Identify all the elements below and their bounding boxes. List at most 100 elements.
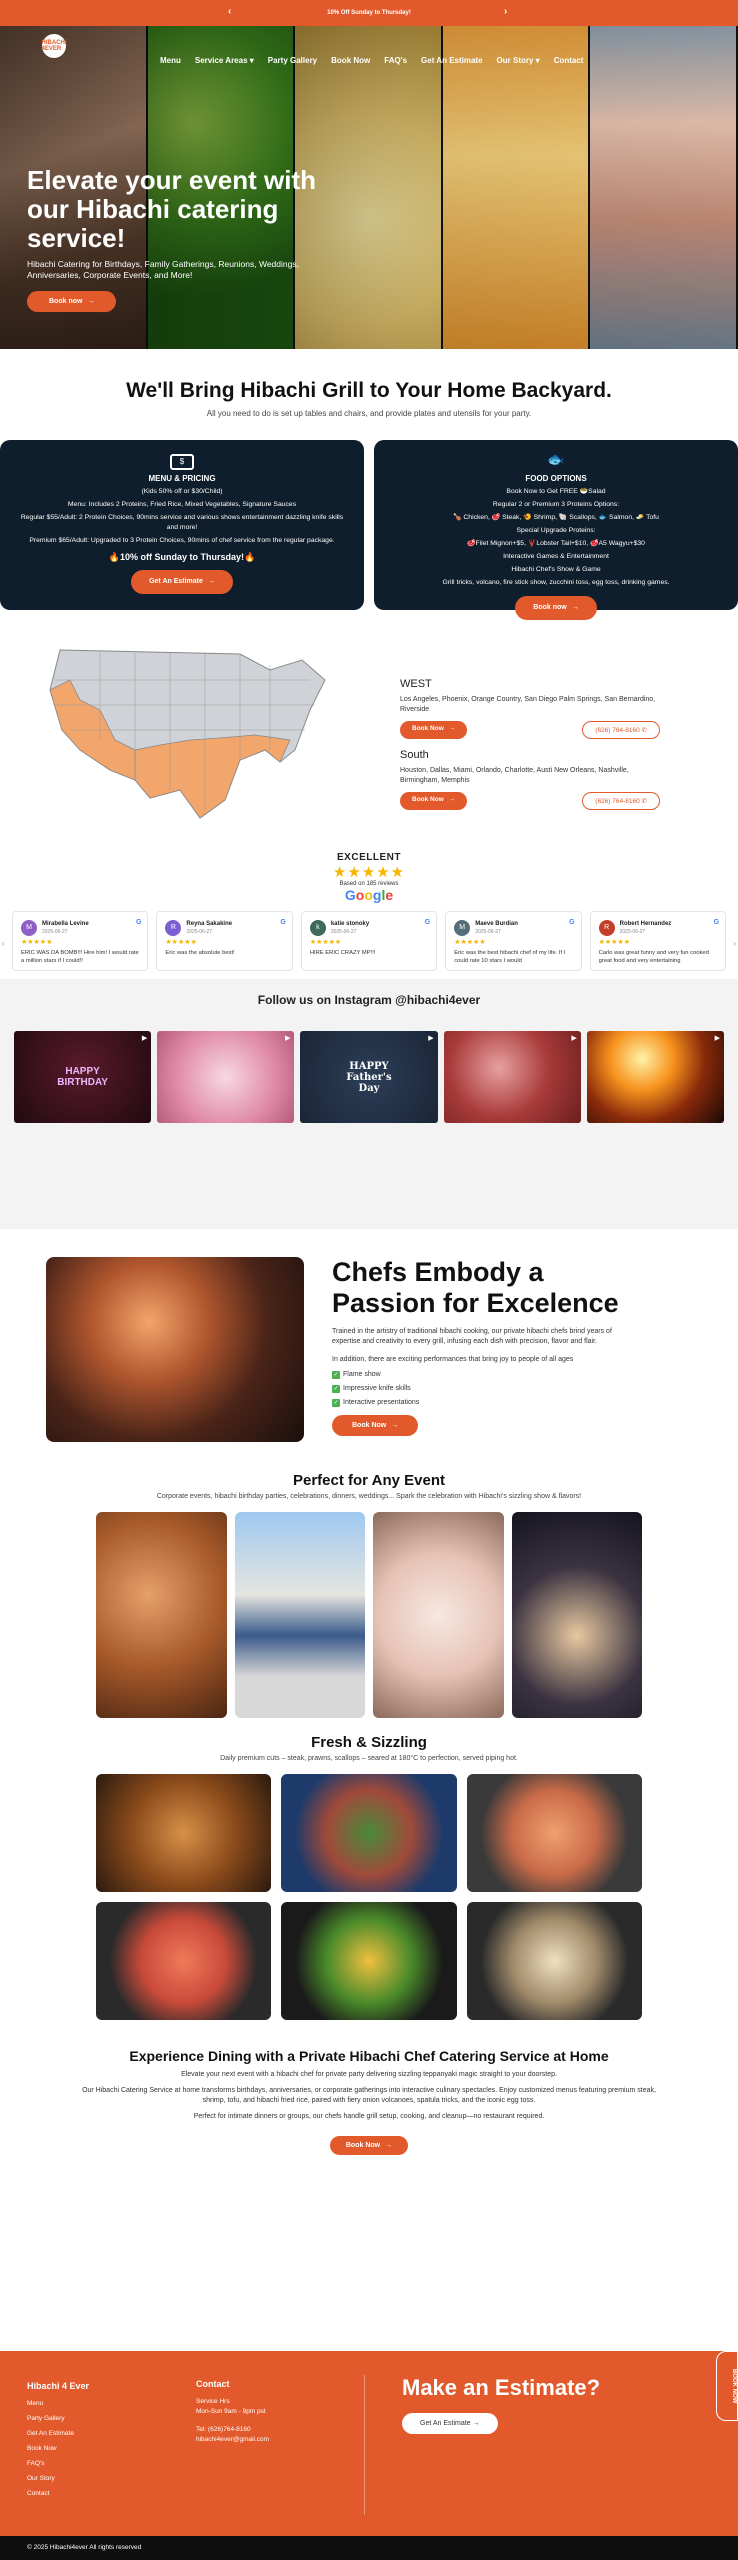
south-phone-button[interactable]: (626) 764-8160 ✆: [582, 792, 660, 810]
feature-item: ✓ Interactive presentations: [332, 1399, 420, 1407]
event-photo[interactable]: [511, 1512, 642, 1718]
menu-card-regular: Regular $55/Adult: 2 Protein Choices, 90…: [20, 514, 344, 531]
event-photo[interactable]: [373, 1512, 504, 1718]
events-subtitle: Corporate events, hibachi birthday parti…: [156, 1493, 582, 1500]
events-title: Perfect for Any Event: [293, 1472, 445, 1489]
review-card: R Robert Hernandez 2025-06-27 G ★★★★★ Carl…: [589, 911, 727, 971]
footer-link-menu[interactable]: Menu: [27, 2396, 89, 2411]
footer-link-book[interactable]: Book Now: [27, 2441, 89, 2456]
instagram-post[interactable]: ▶: [586, 1031, 725, 1123]
experience-title: Experience Dining with a Private Hibachi…: [129, 2048, 609, 2064]
region-west-cities: Los Angeles, Phoenix, Orange Country, Sa…: [400, 696, 656, 713]
review-date: 2025-06-27: [42, 929, 68, 935]
phone-icon: ✆: [641, 798, 647, 805]
google-icon: G: [280, 919, 286, 926]
rating-word: EXCELLENT: [337, 852, 401, 863]
region-south-cities: Houston, Dallas, Miami, Orlando, Charlot…: [400, 767, 629, 784]
arrow-right-icon: →: [207, 578, 215, 585]
footer: Hibachi 4 Ever Menu Party Gallery Get An…: [0, 2351, 738, 2536]
food-photo[interactable]: [281, 1774, 457, 1892]
hero-book-button[interactable]: Book now →: [27, 291, 117, 312]
get-estimate-button[interactable]: Get An Estimate →: [131, 570, 233, 594]
footer-phone[interactable]: Tel: (626)764-8160: [196, 2425, 269, 2435]
arrow-right-icon: →: [391, 1422, 399, 1429]
footer-email[interactable]: hibachi4ever@gmail.com: [196, 2435, 269, 2445]
review-stars: ★★★★★: [309, 939, 342, 946]
west-phone-button[interactable]: (626) 764-8160 ✆: [582, 721, 660, 739]
prev-arrow-icon[interactable]: ‹: [228, 6, 231, 17]
hero-subtitle: Hibachi Catering for Birthdays, Family G…: [27, 259, 299, 280]
experience-book-button[interactable]: Book Now →: [329, 2136, 409, 2155]
hero-title: Elevate your event with our Hibachi cate…: [27, 165, 316, 253]
intro-title: We'll Bring Hibachi Grill to Your Home B…: [126, 379, 612, 402]
food-book-button[interactable]: Book now →: [515, 596, 597, 620]
footer-link-story[interactable]: Our Story: [27, 2471, 89, 2486]
us-map[interactable]: [40, 640, 340, 830]
nav-party-gallery[interactable]: Party Gallery: [268, 56, 317, 65]
footer-hours-label: Service Hrs: [196, 2398, 230, 2405]
region-west: WEST Los Angeles, Phoenix, Orange Countr…: [400, 678, 660, 739]
south-book-button[interactable]: Book Now →: [400, 792, 468, 810]
instagram-post[interactable]: HAPPY BIRTHDAY ▶: [14, 1031, 152, 1123]
review-date: 2025-06-27: [330, 929, 357, 935]
review-date: 2025-06-27: [475, 929, 501, 935]
play-icon: ▶: [141, 1035, 148, 1042]
arrow-right-icon: →: [470, 2420, 480, 2427]
map-region-south[interactable]: [134, 734, 291, 819]
nav-service-areas[interactable]: Service Areas ▾: [195, 56, 254, 65]
instagram-post[interactable]: ▶: [157, 1031, 295, 1123]
region-west-name: WEST: [400, 678, 432, 690]
carousel-next-icon[interactable]: ›: [733, 939, 736, 948]
chefs-feature-list: ✓ Flame show ✓ Impressive knife skills ✓ In…: [332, 1371, 622, 1407]
west-book-button[interactable]: Book Now →: [400, 721, 468, 739]
nav-book-now[interactable]: Book Now: [331, 56, 370, 65]
carousel-prev-icon[interactable]: ‹: [2, 939, 5, 948]
experience-paragraph-2: Our Hibachi Catering Service at home tra…: [82, 2087, 656, 2104]
google-icon: G: [424, 919, 431, 926]
instagram-post[interactable]: ▶: [443, 1031, 581, 1123]
chefs-section: Chefs Embody a Passion for Excelence Tra…: [0, 1229, 738, 1454]
nav-get-estimate[interactable]: Get An Estimate: [421, 56, 483, 65]
nav-our-story[interactable]: Our Story ▾: [497, 56, 540, 65]
food-photo[interactable]: [96, 1902, 272, 2020]
avatar: k: [309, 920, 326, 936]
event-photo[interactable]: [96, 1512, 227, 1718]
reviewer-name: Reyna Sakakine: [186, 921, 233, 927]
footer-link-estimate[interactable]: Get An Estimate: [27, 2426, 89, 2441]
footer-estimate-button[interactable]: Get An Estimate →: [402, 2413, 498, 2434]
nav-faqs[interactable]: FAQ's: [384, 56, 407, 65]
chef-flame-photo: [46, 1257, 304, 1442]
google-logo: Google: [344, 887, 394, 903]
check-icon: ✓: [332, 1371, 340, 1379]
feature-item: ✓ Impressive knife skills: [332, 1385, 411, 1393]
footer-contact: Contact Service Hrs Mon-Sun 9am - 9pm ps…: [196, 2379, 269, 2445]
food-photo[interactable]: [96, 1774, 272, 1892]
nav-contact[interactable]: Contact: [554, 56, 584, 65]
footer-link-faqs[interactable]: FAQ's: [27, 2456, 89, 2471]
play-icon: ▶: [571, 1035, 577, 1042]
event-photo[interactable]: [234, 1512, 365, 1718]
food-card-proteins: 🍗 Chicken, 🥩 Steak, 🍤 Shrimp, 🐚 Scallops…: [453, 514, 659, 521]
chefs-book-button[interactable]: Book Now →: [332, 1415, 419, 1436]
arrow-right-icon: →: [385, 2142, 393, 2149]
info-cards: $ MENU & PRICING (Kids 50% off or $30/Ch…: [0, 440, 738, 620]
menu-card-premium: Premium $65/Adult: Upgraded to 3 Protein…: [29, 537, 335, 544]
nav-menu[interactable]: Menu: [160, 56, 181, 65]
avatar: M: [454, 920, 471, 936]
book-now-side-tab[interactable]: BOOK NOW: [716, 2351, 738, 2421]
instagram-post[interactable]: HAPPY Father's Day ▶: [300, 1031, 438, 1123]
footer-link-gallery[interactable]: Party Gallery: [27, 2411, 89, 2426]
fresh-title: Fresh & Sizzling: [311, 1734, 427, 1751]
next-arrow-icon[interactable]: ›: [504, 6, 507, 17]
review-stars: ★★★★★: [21, 939, 53, 946]
money-icon: $: [170, 454, 194, 470]
main-nav: Menu Service Areas ▾ Party Gallery Book …: [0, 48, 738, 72]
food-photo[interactable]: [466, 1774, 642, 1892]
experience-paragraph-3: Perfect for intimate dinners or groups, …: [193, 2113, 545, 2120]
food-photo[interactable]: [466, 1902, 642, 2020]
food-photo[interactable]: [281, 1902, 457, 2020]
footer-link-contact[interactable]: Contact: [27, 2486, 89, 2501]
review-card: R Reyna Sakakine 2025-06-27 G ★★★★★ Eric w…: [156, 911, 293, 971]
review-text: Carlo was great funny and very fun cooke…: [598, 950, 709, 964]
region-list: WEST Los Angeles, Phoenix, Orange Countr…: [400, 678, 660, 840]
